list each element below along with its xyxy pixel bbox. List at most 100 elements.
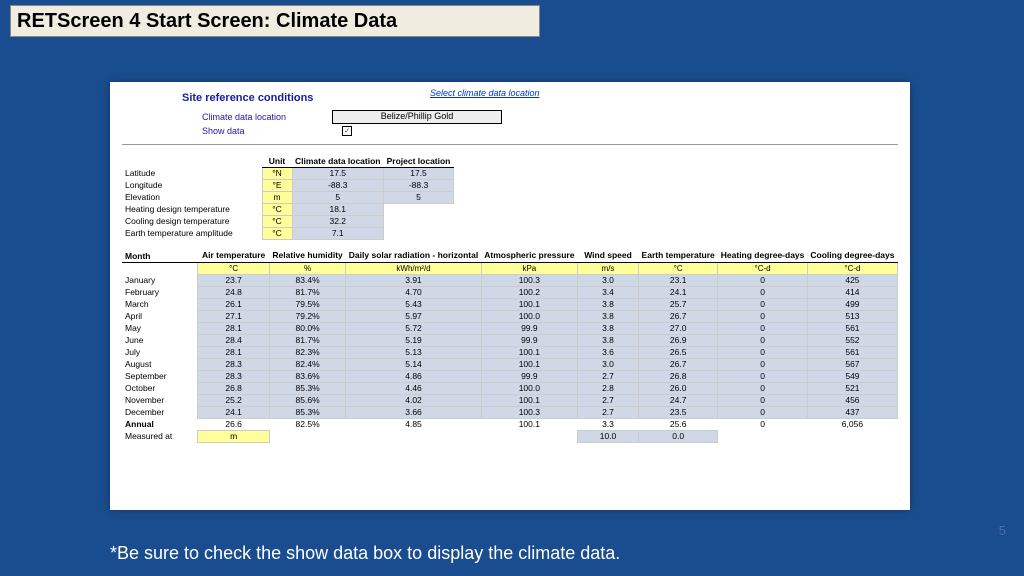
cell: 0	[718, 370, 808, 382]
param-unit: °C	[262, 227, 292, 239]
param-val-project	[384, 215, 454, 227]
cell: 414	[807, 286, 897, 298]
unit-row: °C%kWh/m²/dkPam/s°C°C-d°C-d	[122, 262, 898, 274]
annual-cell: 26.6	[198, 418, 270, 430]
cell: 79.5%	[269, 298, 345, 310]
select-location-link[interactable]: Select climate data location	[430, 88, 540, 98]
site-ref-heading: Site reference conditions	[182, 92, 898, 104]
cell: 26.8	[198, 382, 270, 394]
param-val-project	[384, 203, 454, 215]
cell: 26.7	[639, 358, 718, 370]
show-data-checkbox[interactable]: ✓	[342, 126, 352, 136]
cell: 513	[807, 310, 897, 322]
cell: 5.19	[346, 334, 481, 346]
cell: 28.1	[198, 346, 270, 358]
cell: 5.97	[346, 310, 481, 322]
unit-cell: °C	[198, 262, 270, 274]
param-label: Latitude	[122, 167, 262, 179]
cell: 99.9	[481, 370, 577, 382]
cell: 549	[807, 370, 897, 382]
table-row: May28.180.0%5.7299.93.827.00561	[122, 322, 898, 334]
unit-header: Unit	[262, 155, 292, 167]
cell: 83.4%	[269, 274, 345, 286]
climate-panel: Select climate data location Site refere…	[110, 82, 910, 510]
cell: 23.1	[639, 274, 718, 286]
cell: 3.8	[577, 298, 638, 310]
table-row: June28.481.7%5.1999.93.826.90552	[122, 334, 898, 346]
cell: December	[122, 406, 198, 418]
param-label: Earth temperature amplitude	[122, 227, 262, 239]
cell: 26.1	[198, 298, 270, 310]
param-label: Elevation	[122, 191, 262, 203]
cell: September	[122, 370, 198, 382]
cell: 5.14	[346, 358, 481, 370]
footnote: *Be sure to check the show data box to d…	[110, 543, 620, 564]
cell: 81.7%	[269, 286, 345, 298]
cell: 0	[718, 286, 808, 298]
location-value[interactable]: Belize/Phillip Gold	[332, 110, 502, 124]
page-number: 5	[999, 523, 1006, 538]
cell: March	[122, 298, 198, 310]
cell: 4.02	[346, 394, 481, 406]
param-val-climate: -88.3	[292, 179, 384, 191]
cell: 0	[718, 406, 808, 418]
param-row: Earth temperature amplitude °C 7.1	[122, 227, 454, 239]
cell: 425	[807, 274, 897, 286]
cell: 3.91	[346, 274, 481, 286]
table-row: July28.182.3%5.13100.13.626.50561	[122, 346, 898, 358]
monthly-col-header: Month	[122, 250, 198, 263]
unit-cell: %	[269, 262, 345, 274]
measured-val: 10.0	[577, 430, 638, 442]
cell: 26.5	[639, 346, 718, 358]
param-val-project: 5	[384, 191, 454, 203]
cell: 5.13	[346, 346, 481, 358]
measured-label: Measured at	[122, 430, 198, 442]
param-unit: °N	[262, 167, 292, 179]
cell: 24.7	[639, 394, 718, 406]
table-row: October26.885.3%4.46100.02.826.00521	[122, 382, 898, 394]
table-row: August28.382.4%5.14100.13.026.70567	[122, 358, 898, 370]
annual-cell: 6,056	[807, 418, 897, 430]
cell: 23.7	[198, 274, 270, 286]
cell: 23.5	[639, 406, 718, 418]
param-row: Cooling design temperature °C 32.2	[122, 215, 454, 227]
cell: 0	[718, 310, 808, 322]
cell: 437	[807, 406, 897, 418]
cell: 4.46	[346, 382, 481, 394]
cell: 100.3	[481, 406, 577, 418]
cell: 0	[718, 382, 808, 394]
cell: 100.1	[481, 346, 577, 358]
annual-cell: 4.85	[346, 418, 481, 430]
cell: 0	[718, 346, 808, 358]
param-unit: m	[262, 191, 292, 203]
cell: 2.7	[577, 394, 638, 406]
monthly-col-header: Wind speed	[577, 250, 638, 263]
param-unit: °C	[262, 203, 292, 215]
cell: 99.9	[481, 334, 577, 346]
cell: 3.8	[577, 334, 638, 346]
cell: 0	[718, 394, 808, 406]
project-loc-header: Project location	[384, 155, 454, 167]
cell: 81.7%	[269, 334, 345, 346]
param-row: Longitude °E -88.3 -88.3	[122, 179, 454, 191]
annual-cell: 3.3	[577, 418, 638, 430]
annual-cell: 0	[718, 418, 808, 430]
cell: 26.9	[639, 334, 718, 346]
cell: 100.3	[481, 274, 577, 286]
cell: 4.86	[346, 370, 481, 382]
cell: 28.3	[198, 358, 270, 370]
param-row: Latitude °N 17.5 17.5	[122, 167, 454, 179]
annual-cell: 82.5%	[269, 418, 345, 430]
cell: 100.1	[481, 298, 577, 310]
cell: June	[122, 334, 198, 346]
slide-title-bar: RETScreen 4 Start Screen: Climate Data	[10, 5, 540, 37]
param-unit: °C	[262, 215, 292, 227]
cell: 100.2	[481, 286, 577, 298]
cell: 0	[718, 358, 808, 370]
cell: 100.0	[481, 310, 577, 322]
cell: 100.0	[481, 382, 577, 394]
show-data-label: Show data	[202, 126, 332, 136]
unit-cell	[122, 262, 198, 274]
table-row: November25.285.6%4.02100.12.724.70456	[122, 394, 898, 406]
monthly-col-header: Earth temperature	[639, 250, 718, 263]
